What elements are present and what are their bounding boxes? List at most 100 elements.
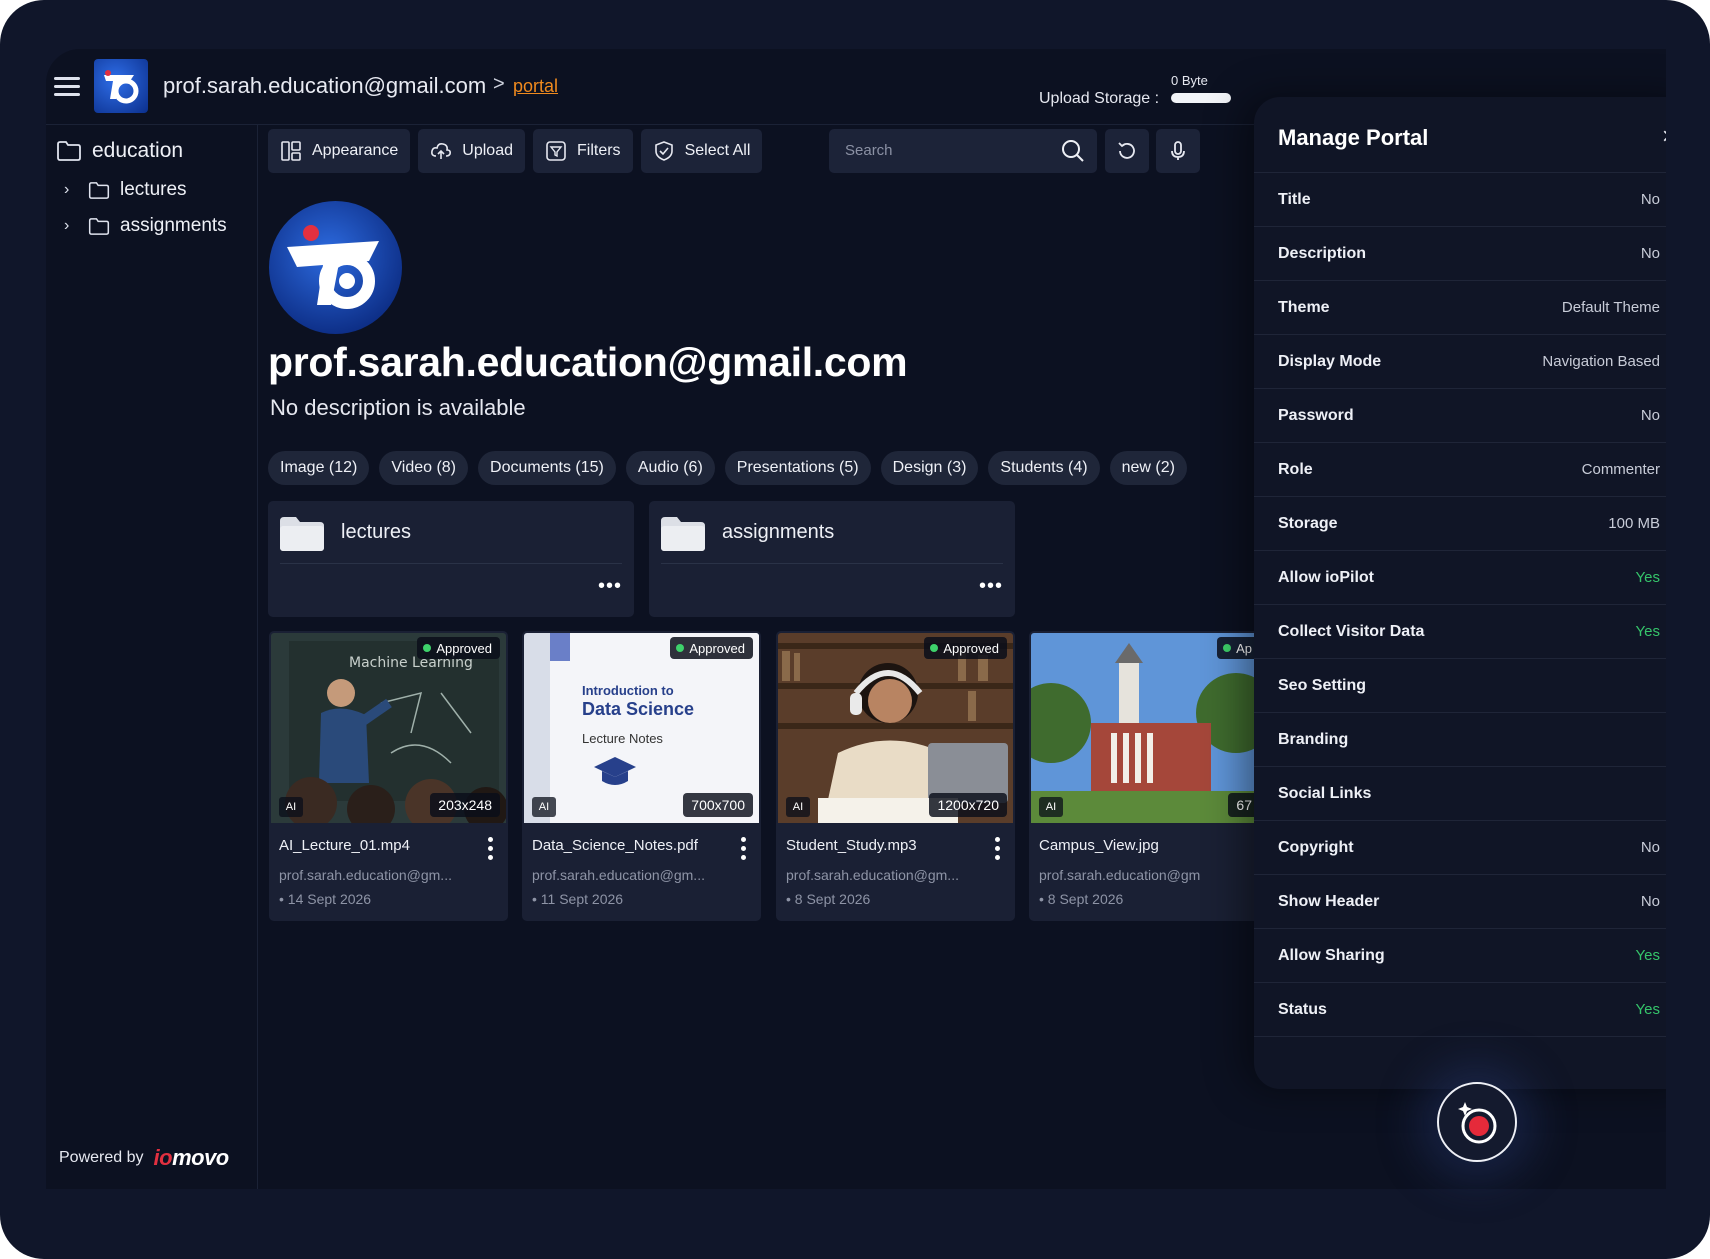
breadcrumb-email[interactable]: prof.sarah.education@gmail.com (163, 73, 486, 99)
kebab-menu-icon[interactable] (741, 837, 747, 861)
setting-label: Allow Sharing (1278, 946, 1385, 964)
setting-password[interactable]: PasswordNo› (1254, 389, 1666, 443)
folder-card-lectures[interactable]: lectures ••• (268, 501, 634, 617)
file-card-student-study[interactable]: Approved AI 1200x720 Student_Study.mp3 p… (776, 631, 1015, 921)
file-date: • 8 Sept 2026 (786, 891, 871, 907)
device-frame: prof.sarah.education@gmail.com > portal … (0, 0, 1710, 1259)
chevron-right-icon[interactable]: › (64, 181, 78, 199)
setting-show-header[interactable]: Show HeaderNo› (1254, 875, 1666, 929)
chip-design[interactable]: Design (3) (880, 451, 979, 485)
file-name[interactable]: Student_Study.mp3 (786, 837, 917, 854)
setting-value: Yes (1635, 623, 1660, 640)
chip-image[interactable]: Image (12) (268, 451, 370, 485)
setting-value: Yes (1635, 947, 1660, 964)
chip-new[interactable]: new (2) (1109, 451, 1187, 485)
file-name[interactable]: Data_Science_Notes.pdf (532, 837, 698, 854)
breadcrumb-separator: > (493, 73, 505, 95)
chip-audio[interactable]: Audio (6) (625, 451, 715, 485)
tree-item-label: lectures (120, 179, 187, 200)
setting-status[interactable]: StatusYes› (1254, 983, 1666, 1037)
setting-value: Navigation Based (1542, 353, 1660, 370)
tree-root-label: education (92, 139, 184, 162)
tree-item-lectures[interactable]: › lectures (64, 179, 187, 201)
refresh-button[interactable] (1105, 129, 1149, 173)
file-name[interactable]: AI_Lecture_01.mp4 (279, 837, 410, 854)
setting-branding[interactable]: Branding› (1254, 713, 1666, 767)
portal-description: No description is available (270, 395, 526, 420)
select-all-button[interactable]: Select All (640, 129, 763, 173)
chip-students[interactable]: Students (4) (988, 451, 1100, 485)
setting-display-mode[interactable]: Display ModeNavigation Based› (1254, 335, 1666, 389)
setting-value: No (1640, 245, 1660, 262)
tree-item-assignments[interactable]: › assignments (64, 215, 227, 237)
folder-icon (57, 141, 81, 161)
layout-icon (281, 141, 301, 161)
chevron-right-icon[interactable]: › (64, 217, 78, 235)
file-card-data-science-notes[interactable]: Introduction to Data Science Lecture Not… (522, 631, 761, 921)
voice-search-button[interactable] (1156, 129, 1200, 173)
tree-root-education[interactable]: education (56, 139, 183, 163)
portal-title: prof.sarah.education@gmail.com (268, 339, 908, 385)
ai-badge: AI (279, 797, 303, 817)
toolbar: Appearance Upload Filters Select All (268, 129, 763, 173)
filters-button[interactable]: Filters (533, 129, 633, 173)
folder-card-assignments[interactable]: assignments ••• (649, 501, 1015, 617)
setting-title[interactable]: TitleNo› (1254, 173, 1666, 227)
iopilot-assistant-button[interactable] (1437, 1082, 1517, 1162)
search-icon[interactable] (1061, 139, 1085, 163)
kebab-menu-icon[interactable] (488, 837, 494, 861)
close-icon[interactable]: × (1662, 123, 1666, 151)
chip-video[interactable]: Video (8) (379, 451, 469, 485)
kebab-menu-icon[interactable] (995, 837, 1001, 861)
document-subtitle: Lecture Notes (582, 731, 663, 746)
dimensions-badge: 1200x720 (929, 793, 1007, 817)
folder-sidebar: education › lectures › assignments Power… (46, 125, 258, 1189)
hamburger-menu-icon[interactable] (54, 77, 80, 97)
breadcrumb-portal-link[interactable]: portal (513, 76, 558, 97)
graduation-cap-icon (594, 757, 636, 785)
file-date: • 14 Sept 2026 (279, 891, 372, 907)
powered-by: Powered by iomovo (59, 1145, 229, 1171)
file-card-ai-lecture[interactable]: Machine Learning Approved AI 203x248 AI_… (269, 631, 508, 921)
settings-list: TitleNo› DescriptionNo› ThemeDefault The… (1254, 172, 1666, 1037)
setting-value: No (1640, 407, 1660, 424)
setting-value: 100 MB (1608, 515, 1660, 532)
chip-documents[interactable]: Documents (15) (478, 451, 616, 485)
storage-progress-bar (1171, 93, 1231, 103)
chip-presentations[interactable]: Presentations (5) (724, 451, 871, 485)
portal-logo[interactable] (94, 59, 148, 113)
more-options-icon[interactable]: ••• (979, 576, 1003, 596)
setting-label: Status (1278, 1000, 1327, 1018)
file-thumbnail: Introduction to Data Science Lecture Not… (524, 633, 759, 823)
setting-value: No (1640, 839, 1660, 856)
folder-divider (280, 563, 622, 564)
setting-allow-iopilot[interactable]: Allow ioPilotYes› (1254, 551, 1666, 605)
file-owner: prof.sarah.education@gm (1039, 867, 1201, 883)
search-input[interactable] (845, 142, 1045, 159)
setting-role[interactable]: RoleCommenter› (1254, 443, 1666, 497)
powered-by-label: Powered by (59, 1149, 144, 1166)
setting-theme[interactable]: ThemeDefault Theme› (1254, 281, 1666, 335)
file-owner: prof.sarah.education@gm... (279, 867, 452, 883)
setting-storage[interactable]: Storage100 MB› (1254, 497, 1666, 551)
setting-description[interactable]: DescriptionNo› (1254, 227, 1666, 281)
more-options-icon[interactable]: ••• (598, 576, 622, 596)
status-text: Approved (943, 640, 999, 656)
setting-label: Allow ioPilot (1278, 568, 1374, 586)
setting-allow-sharing[interactable]: Allow SharingYes› (1254, 929, 1666, 983)
setting-copyright[interactable]: CopyrightNo› (1254, 821, 1666, 875)
upload-button[interactable]: Upload (418, 129, 525, 173)
setting-label: Title (1278, 190, 1311, 208)
file-name[interactable]: Campus_View.jpg (1039, 837, 1159, 854)
filter-icon (546, 141, 566, 161)
appearance-button[interactable]: Appearance (268, 129, 411, 173)
setting-collect-visitor-data[interactable]: Collect Visitor DataYes› (1254, 605, 1666, 659)
file-thumbnail: Machine Learning Approved AI 203x248 (271, 633, 506, 823)
folder-icon (88, 181, 110, 199)
setting-seo[interactable]: Seo Setting› (1254, 659, 1666, 713)
shield-check-icon (654, 141, 673, 161)
iomovo-logo[interactable]: iomovo (154, 1145, 230, 1171)
setting-social-links[interactable]: Social Links› (1254, 767, 1666, 821)
setting-value: No (1640, 191, 1660, 208)
file-card-campus-view[interactable]: Ap AI 67 Campus_View.jpg prof.sarah.educ… (1029, 631, 1268, 921)
